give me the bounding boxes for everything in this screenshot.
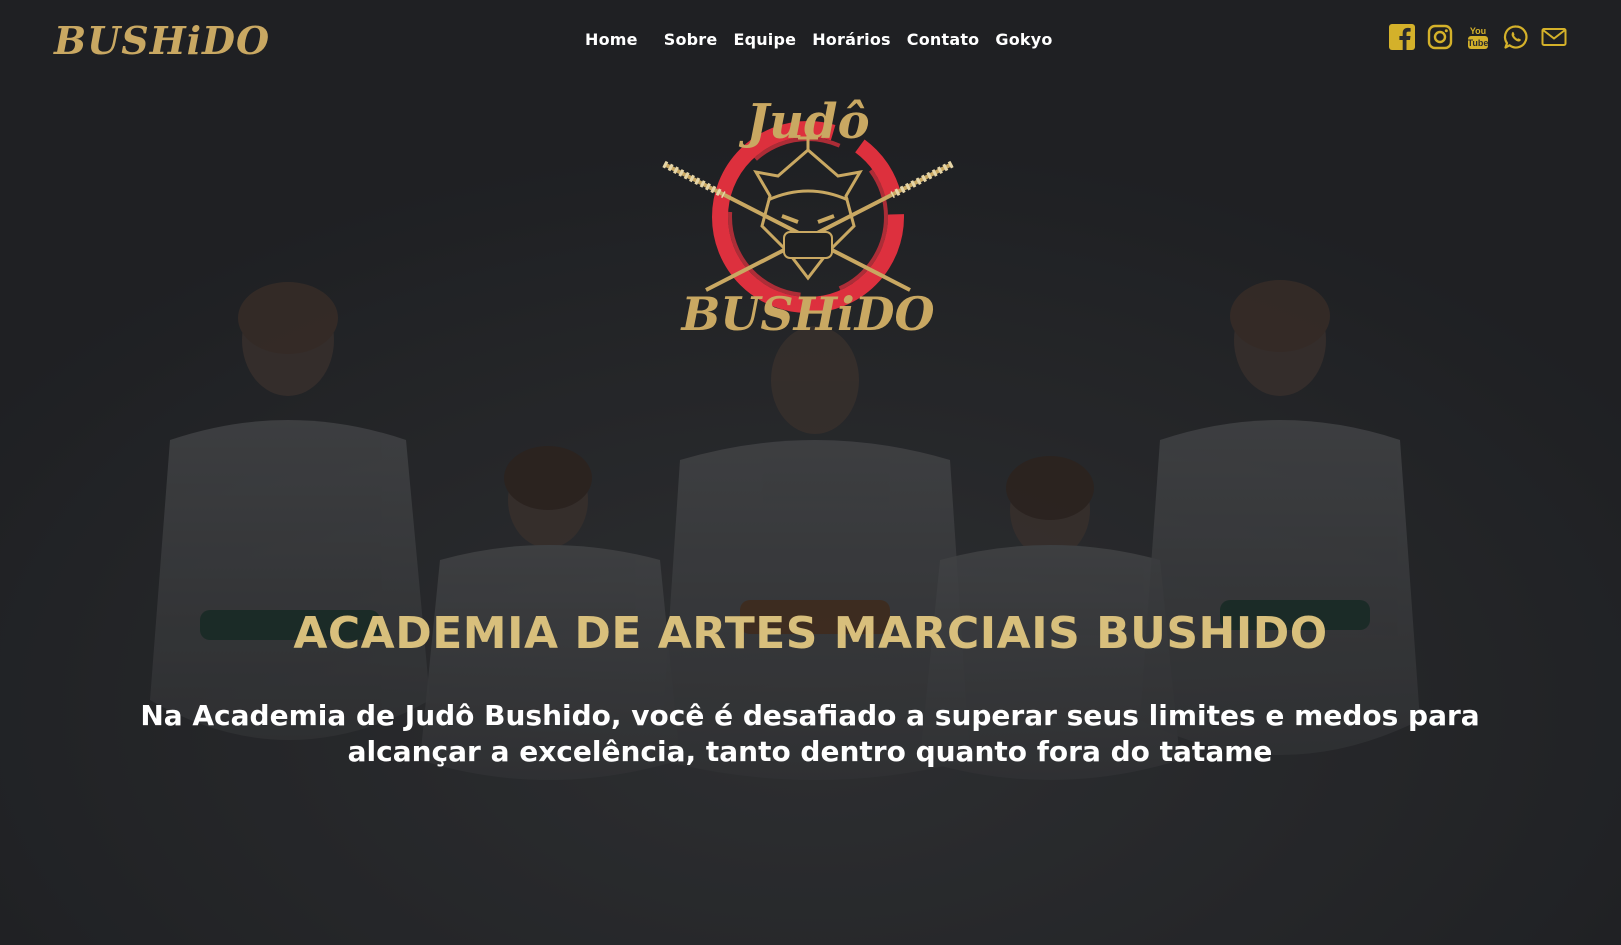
nav-item-contato: Contato — [907, 30, 980, 49]
facebook-link[interactable] — [1389, 24, 1415, 50]
svg-text:Tube: Tube — [1468, 38, 1489, 48]
youtube-link[interactable]: You Tube — [1465, 24, 1491, 50]
nav-link-contato[interactable]: Contato — [907, 30, 980, 49]
whatsapp-link[interactable] — [1503, 24, 1529, 50]
hero-subtitle: Na Academia de Judô Bushido, você é desa… — [140, 699, 1480, 768]
instagram-link[interactable] — [1427, 24, 1453, 50]
nav-link-sobre[interactable]: Sobre — [664, 30, 718, 49]
facebook-icon — [1389, 24, 1415, 50]
email-link[interactable] — [1541, 24, 1567, 50]
nav-item-gokyo: Gokyo — [995, 30, 1052, 49]
navbar: BUSHiDO Home Sobre Equipe Horários Conta… — [0, 0, 1621, 82]
nav-item-horarios: Horários — [812, 30, 891, 49]
nav-link-horarios[interactable]: Horários — [812, 30, 891, 49]
nav-menu: Home Sobre Equipe Horários Contato Gokyo — [585, 30, 1053, 49]
emblem-bottom-text: BUSHiDO — [679, 287, 934, 341]
email-icon — [1541, 28, 1567, 46]
hero-section: BUSHiDO Home Sobre Equipe Horários Conta… — [0, 0, 1621, 945]
emblem-top-text: Judô — [738, 94, 869, 150]
whatsapp-icon — [1503, 25, 1528, 49]
youtube-icon: You Tube — [1468, 26, 1489, 49]
instagram-icon — [1427, 24, 1453, 50]
social-links: You Tube — [1389, 24, 1567, 50]
nav-link-gokyo[interactable]: Gokyo — [995, 30, 1052, 49]
judo-bushido-emblem: Judô BUSHiDO — [662, 94, 954, 341]
svg-text:You: You — [1470, 26, 1486, 36]
nav-item-sobre: Sobre — [664, 30, 718, 49]
nav-item-home: Home — [585, 30, 638, 49]
nav-link-home[interactable]: Home — [585, 30, 638, 49]
hero-title: ACADEMIA DE ARTES MARCIAIS BUSHIDO — [293, 608, 1328, 659]
brand-logo-link[interactable]: BUSHiDO — [54, 18, 270, 63]
nav-link-equipe[interactable]: Equipe — [733, 30, 796, 49]
nav-item-equipe: Equipe — [733, 30, 796, 49]
